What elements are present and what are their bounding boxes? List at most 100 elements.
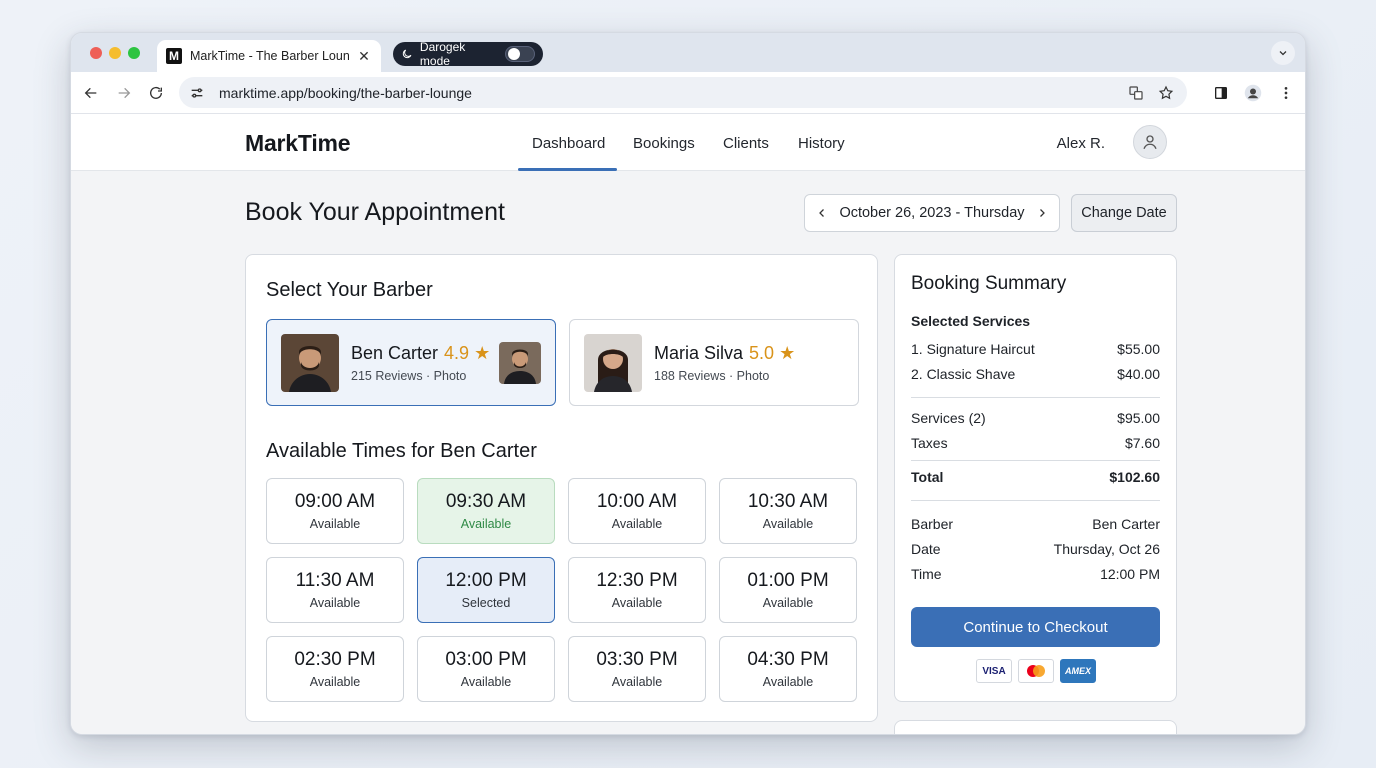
detail-row-time: Time 12:00 PM (911, 566, 1160, 582)
time-slot-time: 10:00 AM (596, 491, 678, 512)
date-label: October 26, 2023 - Thursday (839, 205, 1025, 221)
bookmark-star-icon[interactable] (1155, 82, 1177, 104)
browser-tab[interactable]: M MarkTime - The Barber Lounge ✕ (157, 40, 381, 72)
barber-photo (584, 334, 642, 392)
barber-name: Ben Carter (351, 343, 439, 363)
reload-icon (150, 86, 162, 99)
arrow-left-icon (84, 87, 97, 99)
user-name[interactable]: Alex R. (1057, 135, 1105, 152)
detail-row-date: Date Thursday, Oct 26 (911, 541, 1160, 557)
nav-clients[interactable]: Clients (723, 135, 769, 152)
time-slot-status: Available (460, 675, 512, 689)
available-times-heading: Available Times for Ben Carter (266, 440, 537, 462)
barber-reviews: 215 Reviews · Photo (351, 369, 467, 383)
divider (911, 500, 1160, 501)
url-text[interactable]: marktime.app/booking/the-barber-lounge (219, 85, 1117, 101)
time-slot[interactable]: 03:30 PM Available (568, 636, 706, 702)
barber-thumbnail (499, 342, 541, 384)
subtotal-row: Services (2) $95.00 (911, 410, 1160, 426)
time-slot-status: Selected (461, 596, 511, 610)
time-slot-status: Available (762, 517, 814, 531)
visa-icon: VISA (976, 659, 1012, 683)
chevron-left-icon[interactable] (815, 206, 829, 220)
time-slot[interactable]: 09:00 AM Available (266, 478, 404, 544)
time-slot-time: 04:30 PM (747, 649, 829, 670)
service-line: 2. Classic Shave $40.00 (911, 366, 1160, 382)
user-avatar[interactable] (1133, 125, 1167, 159)
forward-button[interactable] (114, 83, 134, 103)
time-slot[interactable]: 04:30 PM Available (719, 636, 857, 702)
time-slot[interactable]: 01:00 PM Available (719, 557, 857, 623)
tab-search-button[interactable] (1271, 41, 1295, 65)
close-window-button[interactable] (90, 47, 102, 59)
moon-icon (402, 49, 412, 59)
barber-name-line: Maria Silva 5.0 ★ (654, 343, 795, 364)
time-slot[interactable]: 12:00 PM Selected (417, 557, 555, 623)
time-slot[interactable]: 12:30 PM Available (568, 557, 706, 623)
taxes-row: Taxes $7.60 (911, 435, 1160, 451)
booking-card: Select Your Barber Ben Carter 4.9 ★ 215 R… (245, 254, 878, 722)
user-icon (1143, 135, 1157, 150)
time-slot-status: Available (611, 596, 663, 610)
active-nav-indicator (518, 168, 617, 171)
barber-reviews: 188 Reviews · Photo (654, 369, 770, 383)
summary-title: Booking Summary (911, 273, 1067, 294)
services-heading: Selected Services (911, 313, 1031, 329)
time-slot-time: 12:30 PM (596, 570, 678, 591)
time-slot-time: 01:00 PM (747, 570, 829, 591)
time-slot-status: Available (309, 596, 361, 610)
time-slot[interactable]: 02:30 PM Available (266, 636, 404, 702)
barber-card-ben-carter[interactable]: Ben Carter 4.9 ★ 215 Reviews · Photo (266, 319, 556, 406)
time-slot-status: Available (611, 517, 663, 531)
change-date-button[interactable]: Change Date (1071, 194, 1177, 232)
time-slot-time: 02:30 PM (294, 649, 376, 670)
divider (911, 460, 1160, 461)
continue-to-checkout-button[interactable]: Continue to Checkout (911, 607, 1160, 647)
reload-button[interactable] (146, 83, 166, 103)
time-slot-time: 09:30 AM (445, 491, 527, 512)
date-picker[interactable]: October 26, 2023 - Thursday (804, 194, 1060, 232)
service-line: 1. Signature Haircut $55.00 (911, 341, 1160, 357)
time-slot-time: 12:00 PM (445, 570, 527, 591)
toggle-switch[interactable] (505, 46, 535, 62)
nav-history[interactable]: History (798, 135, 845, 152)
time-slot[interactable]: 09:30 AM Available (417, 478, 555, 544)
minimize-window-button[interactable] (109, 47, 121, 59)
nav-bookings[interactable]: Bookings (633, 135, 695, 152)
time-slot[interactable]: 03:00 PM Available (417, 636, 555, 702)
time-slot-time: 03:00 PM (445, 649, 527, 670)
chevron-down-icon (1279, 51, 1287, 56)
star-icon: ★ (779, 343, 796, 363)
tab-close-icon[interactable]: ✕ (357, 48, 371, 65)
star-icon: ★ (474, 343, 491, 363)
app-content: MarkTime Dashboard Bookings Clients Hist… (71, 114, 1305, 734)
time-slot-status: Available (460, 517, 512, 531)
barber-name: Maria Silva (654, 343, 744, 363)
booking-summary-card: Booking Summary Selected Services 1. Sig… (894, 254, 1177, 702)
site-settings-icon[interactable] (189, 85, 205, 101)
app-header: MarkTime Dashboard Bookings Clients Hist… (71, 114, 1305, 171)
barber-card-maria-silva[interactable]: Maria Silva 5.0 ★ 188 Reviews · Photo (569, 319, 859, 406)
profile-icon[interactable] (1243, 83, 1263, 103)
side-panel-icon[interactable] (1211, 83, 1231, 103)
translate-icon[interactable] (1125, 82, 1147, 104)
total-row: Total $102.60 (911, 469, 1160, 485)
nav-dashboard[interactable]: Dashboard (532, 135, 605, 152)
favicon-icon: M (166, 48, 182, 64)
time-slot[interactable]: 11:30 AM Available (266, 557, 404, 623)
mastercard-icon (1018, 659, 1054, 683)
brand-logo[interactable]: MarkTime (245, 130, 351, 157)
amex-icon: AMEX (1060, 659, 1096, 683)
time-slot[interactable]: 10:00 AM Available (568, 478, 706, 544)
address-bar[interactable]: marktime.app/booking/the-barber-lounge (179, 77, 1187, 108)
dark-mode-toggle[interactable]: Darogek mode (393, 40, 543, 68)
chevron-right-icon[interactable] (1035, 206, 1049, 220)
time-slot[interactable]: 10:30 AM Available (719, 478, 857, 544)
time-slot-status: Available (762, 596, 814, 610)
browser-toolbar: marktime.app/booking/the-barber-lounge (71, 72, 1305, 114)
back-button[interactable] (81, 83, 101, 103)
maximize-window-button[interactable] (128, 47, 140, 59)
divider (911, 397, 1160, 398)
browser-menu-icon[interactable] (1276, 83, 1296, 103)
barber-rating: 5.0 ★ (749, 343, 796, 363)
